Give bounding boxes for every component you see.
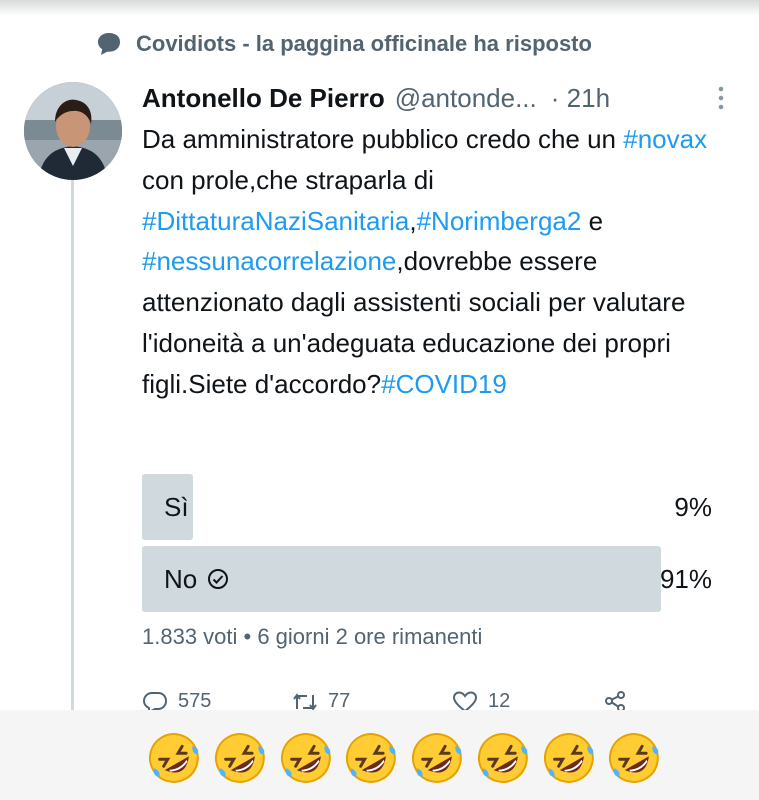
poll-option-si-label: Sì	[164, 491, 189, 522]
author-handle[interactable]: @antonde...	[395, 83, 537, 114]
hashtag-link[interactable]: #COVID19	[381, 369, 507, 399]
tweet-timestamp[interactable]: · 21h	[551, 83, 610, 114]
hashtag-link[interactable]: #Norimberga2	[417, 206, 582, 236]
reply-context: Covidiots - la paggina officinale ha ris…	[96, 28, 592, 60]
reply-context-text: Covidiots - la paggina officinale ha ris…	[136, 31, 592, 56]
rofl-emoji-icon	[214, 733, 265, 783]
share-button[interactable]	[602, 690, 628, 712]
hashtag-link[interactable]: #DittaturaNaziSanitaria	[142, 206, 409, 236]
top-edge-shadow	[0, 0, 759, 16]
poll-option-no-label: No	[164, 546, 229, 612]
hashtag-link[interactable]: #novax	[623, 124, 707, 154]
vertical-dots-icon[interactable]	[716, 84, 726, 112]
rofl-emoji-icon	[543, 733, 594, 783]
rofl-emoji-icon	[148, 733, 199, 783]
poll-option-no: No 91%	[142, 546, 712, 612]
share-icon	[605, 691, 625, 712]
poll-option-no-percent: 91%	[659, 563, 712, 594]
tweet-header: Antonello De Pierro @antonde... · 21h	[142, 80, 732, 116]
rofl-emoji-icon	[411, 733, 462, 783]
rofl-emoji-icon	[477, 733, 528, 783]
speech-bubble-icon	[98, 33, 120, 55]
rofl-emoji-icon	[280, 733, 331, 783]
poll-option-si-percent: 9%	[674, 491, 712, 522]
emoji-caption	[144, 728, 664, 788]
poll-meta: 1.833 voti • 6 giorni 2 ore rimanenti	[142, 624, 483, 649]
tweet-text-segment: ,	[409, 205, 417, 236]
tweet-text-segment: con prole,che straparla di	[142, 164, 434, 195]
tweet-text-segment: Da amministratore pubblico credo che un	[142, 124, 624, 154]
check-circle-icon	[208, 569, 229, 589]
tweet-text-segment: e	[581, 205, 604, 236]
author-name[interactable]: Antonello De Pierro	[142, 83, 385, 114]
rofl-emoji-icon	[609, 733, 660, 783]
hashtag-link[interactable]: #nessunacorrelazione	[142, 246, 396, 276]
avatar[interactable]	[24, 82, 122, 180]
poll-option-si: Sì 9%	[142, 474, 712, 540]
thread-line	[71, 178, 74, 718]
tweet-text: Da amministratore pubblico credo che un …	[142, 119, 737, 405]
rofl-emoji-icon	[346, 733, 397, 783]
